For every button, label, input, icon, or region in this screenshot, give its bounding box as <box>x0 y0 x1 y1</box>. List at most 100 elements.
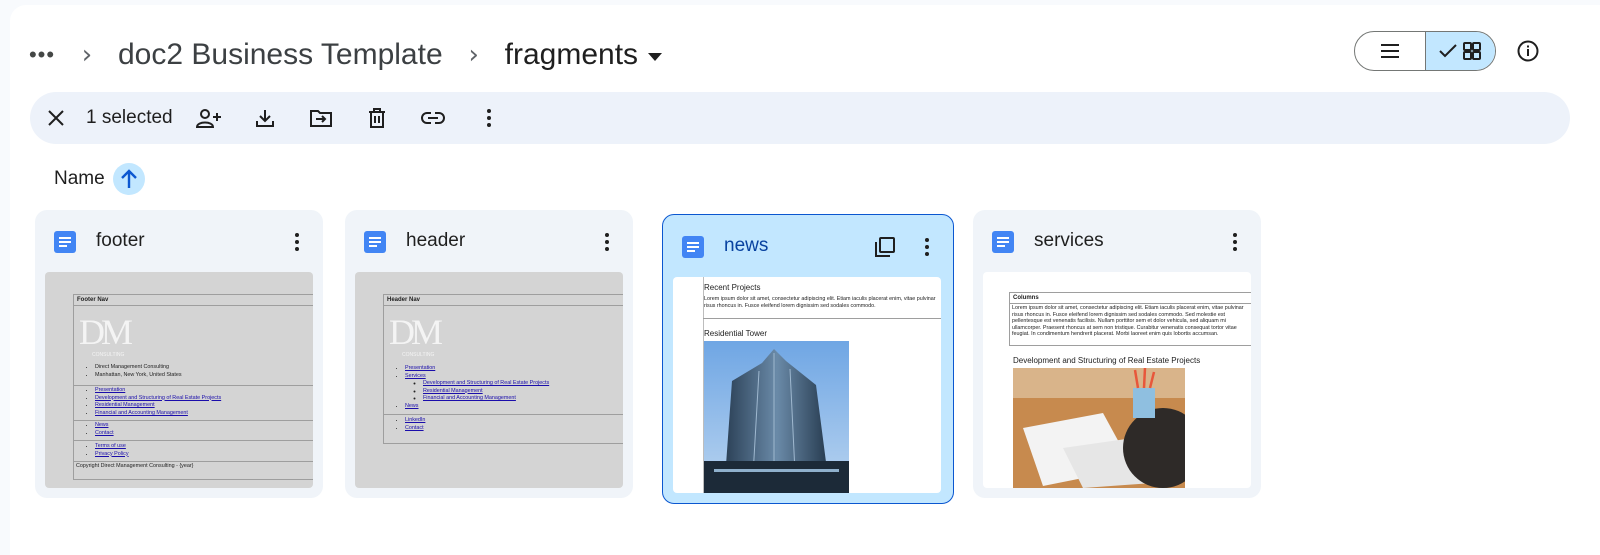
more-vert-icon <box>486 109 491 127</box>
check-icon <box>1439 44 1457 58</box>
file-card-services[interactable]: services Columns Lorem ipsum dolor sit a… <box>973 210 1261 498</box>
list-view-button[interactable] <box>1355 32 1426 70</box>
dropdown-caret-icon <box>648 53 663 61</box>
preview-link: Residential Management <box>95 402 155 409</box>
preview-link: Development and Structuring of Real Esta… <box>423 380 550 386</box>
file-thumbnail: Header Nav DM CONSULTING Presentation Se… <box>355 272 623 488</box>
preview-links: Presentation Services <box>384 365 435 380</box>
dm-logo: DM <box>79 312 133 352</box>
preview-page: Header Nav DM CONSULTING Presentation Se… <box>383 294 623 444</box>
divider <box>384 414 623 415</box>
divider <box>74 440 313 441</box>
chevron-right-icon: › <box>81 40 93 70</box>
preview-item: Manhattan, New York, United States <box>95 372 182 380</box>
logo-tagline: CONSULTING <box>402 352 435 358</box>
more-vert-button[interactable] <box>281 226 313 258</box>
logo-tagline: CONSULTING <box>92 352 125 358</box>
copy-icon <box>875 237 895 257</box>
preview-item: Direct Management Consulting <box>95 364 182 372</box>
divider <box>74 385 313 386</box>
copy-link-button[interactable] <box>413 98 453 138</box>
more-vert-icon <box>605 233 609 251</box>
selection-count: 1 selected <box>86 107 173 128</box>
preview-link: Financial and Accounting Management <box>95 409 188 416</box>
google-docs-icon <box>682 236 704 258</box>
breadcrumb-overflow-button[interactable]: ••• <box>20 33 64 77</box>
preview-link: Services <box>405 372 426 379</box>
download-icon <box>255 110 274 127</box>
main-panel: ••• › doc2 Business Template › fragments <box>10 5 1600 555</box>
more-vert-button[interactable] <box>1219 226 1251 258</box>
more-vert-icon <box>295 233 299 251</box>
dm-logo: DM <box>389 312 443 352</box>
share-icon <box>195 109 221 128</box>
preview-links: Terms of use Privacy Policy <box>74 443 129 458</box>
sort-by-name[interactable]: Name <box>54 163 145 195</box>
list-view-icon <box>1380 44 1399 58</box>
desk-photo <box>1013 368 1185 488</box>
preview-link: Contact <box>95 429 114 436</box>
grid-view-button[interactable] <box>1425 32 1495 70</box>
google-docs-icon <box>992 231 1014 253</box>
file-thumbnail: Columns Lorem ipsum dolor sit amet, cons… <box>983 272 1251 488</box>
move-button[interactable] <box>301 98 341 138</box>
breadcrumb: ••• › doc2 Business Template › fragments <box>10 23 670 87</box>
divider <box>74 420 313 421</box>
preview-body: Lorem ipsum dolor sit amet, consectetur … <box>704 296 936 309</box>
trash-button[interactable] <box>357 98 397 138</box>
preview-link: News <box>405 403 419 409</box>
file-title: services <box>1034 230 1104 251</box>
selection-toolbar: 1 selected <box>30 92 1570 144</box>
more-vert-button[interactable] <box>591 226 623 258</box>
divider <box>74 461 313 462</box>
share-button[interactable] <box>189 98 229 138</box>
preview-subheading: Development and Structuring of Real Esta… <box>1013 356 1201 365</box>
preview-link: Residential Management <box>423 387 483 394</box>
file-thumbnail: Footer Nav DM CONSULTING Direct Manageme… <box>45 272 313 488</box>
preview-body: Lorem ipsum dolor sit amet, consectetur … <box>1012 305 1244 338</box>
file-card-footer[interactable]: footer Footer Nav DM CONSULTING Direct M… <box>35 210 323 498</box>
clear-selection-button[interactable] <box>36 98 76 138</box>
copy-button[interactable] <box>869 231 901 263</box>
preview-subheading: Residential Tower <box>704 329 767 338</box>
link-icon <box>420 112 445 124</box>
google-docs-icon <box>54 231 76 253</box>
preview-links: News <box>384 403 418 411</box>
trash-icon <box>368 108 385 128</box>
view-toggle <box>1354 31 1496 71</box>
breadcrumb-current-folder[interactable]: fragments <box>497 34 670 76</box>
file-card-header[interactable]: header Header Nav DM CONSULTING Presenta… <box>345 210 633 498</box>
google-docs-icon <box>364 231 386 253</box>
preview-link: Presentation <box>405 365 436 371</box>
preview-columns-box: Columns Lorem ipsum dolor sit amet, cons… <box>1009 292 1251 346</box>
tower-photo <box>704 341 849 493</box>
grid-view-icon <box>1463 42 1482 60</box>
preview-heading: Columns <box>1010 293 1251 304</box>
arrow-up-icon[interactable] <box>112 163 145 195</box>
file-thumbnail: Recent Projects Lorem ipsum dolor sit am… <box>673 277 941 493</box>
more-vert-button[interactable] <box>911 231 943 263</box>
preview-link: Privacy Policy <box>95 450 129 457</box>
preview-link: Financial and Accounting Management <box>423 395 516 402</box>
more-vert-icon <box>925 238 929 256</box>
preview-list: Direct Management Consulting Manhattan, … <box>74 364 182 379</box>
preview-link: Development and Structuring of Real Esta… <box>95 394 222 401</box>
details-button[interactable] <box>1508 31 1548 71</box>
preview-page: Footer Nav DM CONSULTING Direct Manageme… <box>73 294 313 480</box>
file-card-news[interactable]: news Recent Projects Lorem ipsum dolor s… <box>662 214 954 504</box>
preview-sublinks: Development and Structuring of Real Esta… <box>402 380 549 403</box>
move-icon <box>309 110 332 127</box>
preview-link: News <box>95 422 109 428</box>
download-button[interactable] <box>245 98 285 138</box>
file-title: news <box>724 235 769 256</box>
file-title: header <box>406 230 466 251</box>
info-icon <box>1517 40 1539 62</box>
sort-label: Name <box>54 168 105 189</box>
more-actions-button[interactable] <box>469 98 509 138</box>
file-title: footer <box>96 230 145 251</box>
breadcrumb-parent[interactable]: doc2 Business Template <box>110 34 451 76</box>
chevron-right-icon: › <box>468 40 479 70</box>
preview-links: News Contact <box>74 422 114 437</box>
preview-heading: Recent Projects <box>704 283 761 292</box>
preview-heading: Footer Nav <box>74 295 313 306</box>
